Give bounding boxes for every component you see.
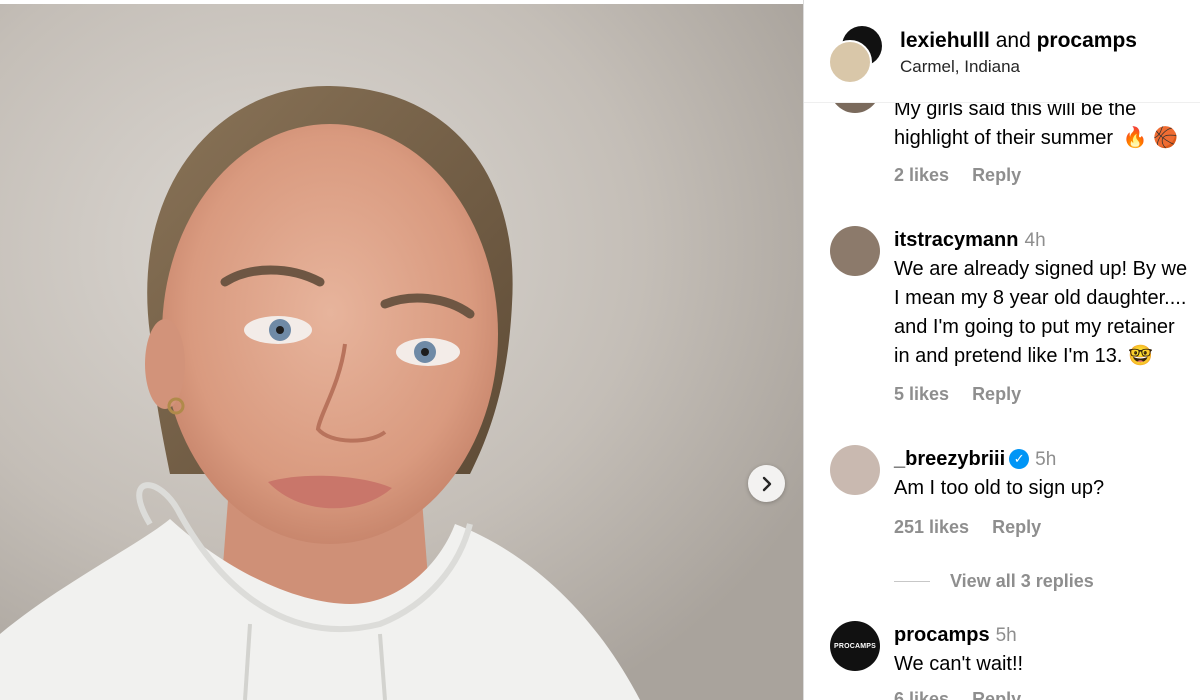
comment-time: 5h bbox=[1035, 449, 1057, 470]
reply-button[interactable]: Reply bbox=[972, 165, 1021, 185]
avatar[interactable] bbox=[828, 40, 872, 84]
comment-text: itstracymann 4h We are already signed up!… bbox=[894, 226, 1194, 371]
likes-count[interactable]: 5 likes bbox=[894, 384, 949, 404]
username-link[interactable]: lexiehulll bbox=[900, 29, 990, 52]
chevron-right-icon bbox=[762, 476, 771, 491]
likes-count[interactable]: 251 likes bbox=[894, 517, 969, 537]
comment-time: 4h bbox=[1024, 230, 1046, 251]
view-replies-label: View all 3 replies bbox=[950, 571, 1094, 591]
instagram-post-view: My girls said this will be the highlight… bbox=[0, 0, 1200, 700]
comment-meta: 251 likes Reply bbox=[894, 517, 1059, 538]
post-photo[interactable] bbox=[0, 4, 803, 700]
location-link[interactable]: Carmel, Indiana bbox=[900, 57, 1020, 77]
comment-text: procamps 5h We can't wait!! bbox=[894, 621, 1200, 679]
connector-text: and bbox=[995, 29, 1031, 52]
avatar[interactable] bbox=[830, 445, 880, 495]
avatar-logo-text: PROCAMPS bbox=[833, 642, 877, 650]
comment-meta: 2 likes Reply bbox=[894, 165, 1039, 186]
emoji: 🔥 🏀 bbox=[1122, 127, 1178, 149]
post-authors: lexiehulll and procamps bbox=[900, 29, 1137, 53]
selfie-illustration bbox=[0, 4, 803, 700]
comment-time: 5h bbox=[995, 625, 1017, 646]
reply-button[interactable]: Reply bbox=[992, 517, 1041, 537]
comment-text-content: Am I too old to sign up? bbox=[894, 477, 1105, 499]
comment-text-line: highlight of their summer bbox=[894, 127, 1113, 149]
comments-panel: My girls said this will be the highlight… bbox=[804, 0, 1200, 700]
comment-text: My girls said this will be the highlight… bbox=[894, 95, 1200, 153]
comment-username[interactable]: _breezybriii bbox=[894, 448, 1005, 470]
avatar[interactable]: PROCAMPS bbox=[830, 621, 880, 671]
avatar[interactable] bbox=[830, 226, 880, 276]
comment-meta: 5 likes Reply bbox=[894, 384, 1039, 405]
comment-meta: 6 likes Reply bbox=[894, 689, 1039, 700]
verified-badge-icon: ✓ bbox=[1009, 449, 1030, 469]
divider-line bbox=[894, 581, 930, 582]
reply-button[interactable]: Reply bbox=[972, 689, 1021, 700]
comment-username[interactable]: procamps bbox=[894, 624, 990, 646]
next-photo-button[interactable] bbox=[748, 465, 785, 502]
reply-button[interactable]: Reply bbox=[972, 384, 1021, 404]
username-link[interactable]: procamps bbox=[1037, 29, 1137, 52]
emoji: 🤓 bbox=[1127, 345, 1153, 367]
likes-count[interactable]: 2 likes bbox=[894, 165, 949, 185]
post-header: lexiehulll and procamps Carmel, Indiana bbox=[804, 0, 1200, 103]
likes-count[interactable]: 6 likes bbox=[894, 689, 949, 700]
view-replies-button[interactable]: View all 3 replies bbox=[894, 571, 1094, 592]
comment-text: _breezybriii ✓ 5h Am I too old to sign up? bbox=[894, 445, 1200, 503]
comment-username[interactable]: itstracymann bbox=[894, 229, 1019, 251]
comment-text-content: We can't wait!! bbox=[894, 653, 1024, 675]
